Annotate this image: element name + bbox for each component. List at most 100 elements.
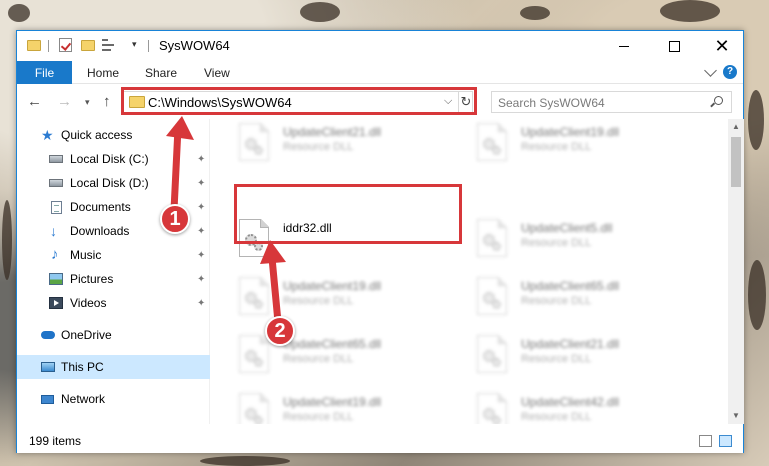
sidebar-item-label: Music (70, 248, 102, 262)
sidebar-item-label: Quick access (61, 128, 133, 142)
toolbar-divider (48, 40, 49, 52)
pin-icon[interactable]: ✦ (197, 274, 205, 285)
pin-icon[interactable]: ✦ (197, 250, 205, 261)
forward-arrow-icon[interactable]: → (57, 93, 72, 110)
file-type: Resource DLL (521, 141, 592, 153)
pin-icon[interactable]: ✦ (197, 178, 205, 189)
maximize-button[interactable] (651, 31, 697, 61)
step-1-callout: 1 (160, 204, 190, 234)
title-bar: ▾ SysWOW64 ✕ (17, 31, 743, 61)
sidebar-item-this-pc[interactable]: This PC (17, 355, 210, 379)
list-item[interactable]: UpdateClient5.dll Resource DLL (473, 215, 698, 265)
pin-icon[interactable]: ✦ (197, 298, 205, 309)
toolbar-divider (148, 40, 149, 52)
picture-icon (49, 273, 63, 285)
sidebar-item-label: Network (61, 392, 106, 406)
dll-file-icon (477, 393, 507, 424)
file-type: Resource DLL (521, 353, 592, 365)
backdrop-spot (748, 90, 764, 150)
sidebar-item-music[interactable]: ♪ Music ✦ (17, 243, 210, 267)
file-type: Resource DLL (521, 295, 592, 307)
dll-file-icon (239, 277, 269, 315)
vertical-scrollbar[interactable]: ▲ ▼ (728, 119, 744, 424)
folder-icon (27, 40, 41, 51)
minimize-button[interactable] (601, 31, 647, 61)
list-item[interactable]: UpdateClient19.dll Resource DLL (473, 119, 698, 169)
address-highlight-box (121, 87, 477, 115)
sidebar-item-videos[interactable]: Videos ✦ (17, 291, 210, 315)
pin-icon[interactable]: ✦ (197, 154, 205, 165)
disk-icon (49, 155, 63, 163)
backdrop-spot (520, 6, 550, 20)
sidebar-item-onedrive[interactable]: OneDrive (17, 323, 210, 347)
sidebar-item-pictures[interactable]: Pictures ✦ (17, 267, 210, 291)
list-item[interactable]: UpdateClient42.dll Resource DLL (473, 389, 698, 424)
file-type: Resource DLL (521, 411, 592, 423)
file-name: UpdateClient42.dll (521, 395, 620, 409)
cloud-icon (41, 331, 55, 339)
backdrop-spot (200, 456, 290, 466)
large-icons-view-icon[interactable] (719, 435, 732, 447)
file-list: UpdateClient21.dll Resource DLL iddr32.d… (211, 119, 728, 424)
file-name: UpdateClient21.dll (283, 125, 382, 139)
tab-view[interactable]: View (204, 61, 230, 84)
file-type: Resource DLL (521, 237, 592, 249)
customize-toolbar-icon[interactable] (102, 39, 118, 51)
details-view-icon[interactable] (699, 435, 712, 447)
pin-icon[interactable]: ✦ (197, 226, 205, 237)
pin-icon[interactable]: ✦ (197, 202, 205, 213)
step-2-callout: 2 (265, 316, 295, 346)
file-name: UpdateClient5.dll (521, 221, 613, 235)
close-button[interactable]: ✕ (699, 31, 745, 61)
file-type: Resource DLL (283, 295, 354, 307)
disk-icon (49, 179, 63, 187)
scrollbar-thumb[interactable] (731, 137, 741, 187)
network-icon (41, 394, 54, 404)
dll-file-icon (239, 393, 269, 424)
properties-check-icon[interactable] (59, 38, 72, 52)
back-arrow-icon[interactable]: ← (27, 93, 42, 110)
sidebar-item-label: Local Disk (D:) (70, 176, 149, 190)
recent-locations-dropdown-icon[interactable]: ▾ (85, 97, 90, 108)
file-name: UpdateClient19.dll (283, 279, 382, 293)
scroll-down-arrow-icon[interactable]: ▼ (728, 408, 744, 424)
sidebar-item-label: Documents (70, 200, 131, 214)
sidebar-item-network[interactable]: Network (17, 387, 210, 411)
list-item[interactable]: UpdateClient19.dll Resource DLL (235, 273, 460, 323)
file-highlight-box (234, 184, 462, 244)
star-icon: ★ (41, 127, 54, 143)
help-icon[interactable]: ? (723, 65, 737, 79)
file-name: UpdateClient65.dll (521, 279, 620, 293)
tab-share[interactable]: Share (145, 61, 177, 84)
list-item[interactable]: UpdateClient21.dll Resource DLL (473, 331, 698, 381)
list-item[interactable]: UpdateClient65.dll Resource DLL (473, 273, 698, 323)
dll-file-icon (239, 123, 269, 161)
file-name: UpdateClient19.dll (283, 395, 382, 409)
new-folder-icon[interactable] (81, 40, 95, 51)
search-icon[interactable] (714, 96, 723, 105)
tab-home[interactable]: Home (87, 61, 119, 84)
list-item[interactable]: UpdateClient21.dll Resource DLL (235, 119, 460, 169)
list-item[interactable]: UpdateClient19.dll Resource DLL (235, 389, 460, 424)
file-name: UpdateClient65.dll (283, 337, 382, 351)
quick-access-dropdown-icon[interactable]: ▾ (132, 39, 137, 55)
file-type: Resource DLL (283, 353, 354, 365)
sidebar-item-label: OneDrive (61, 328, 112, 342)
scroll-up-arrow-icon[interactable]: ▲ (728, 119, 744, 135)
search-input[interactable]: Search SysWOW64 (491, 91, 732, 113)
search-placeholder: Search SysWOW64 (498, 96, 605, 110)
sidebar-item-local-disk-c[interactable]: Local Disk (C:) ✦ (17, 147, 210, 171)
backdrop-spot (660, 0, 720, 22)
sidebar-item-quick-access[interactable]: ★ Quick access (17, 123, 210, 147)
up-arrow-icon[interactable]: ↑ (103, 93, 111, 110)
file-name: UpdateClient21.dll (521, 337, 620, 351)
dll-file-icon (477, 219, 507, 257)
sidebar-item-label: Downloads (70, 224, 130, 238)
ribbon: File Home Share View ? (17, 61, 743, 84)
backdrop-spot (748, 260, 766, 330)
tab-file[interactable]: File (17, 61, 72, 84)
expand-ribbon-chevron-icon[interactable] (704, 64, 717, 77)
file-name: UpdateClient19.dll (521, 125, 620, 139)
sidebar-item-label: Pictures (70, 272, 114, 286)
sidebar-item-local-disk-d[interactable]: Local Disk (D:) ✦ (17, 171, 210, 195)
